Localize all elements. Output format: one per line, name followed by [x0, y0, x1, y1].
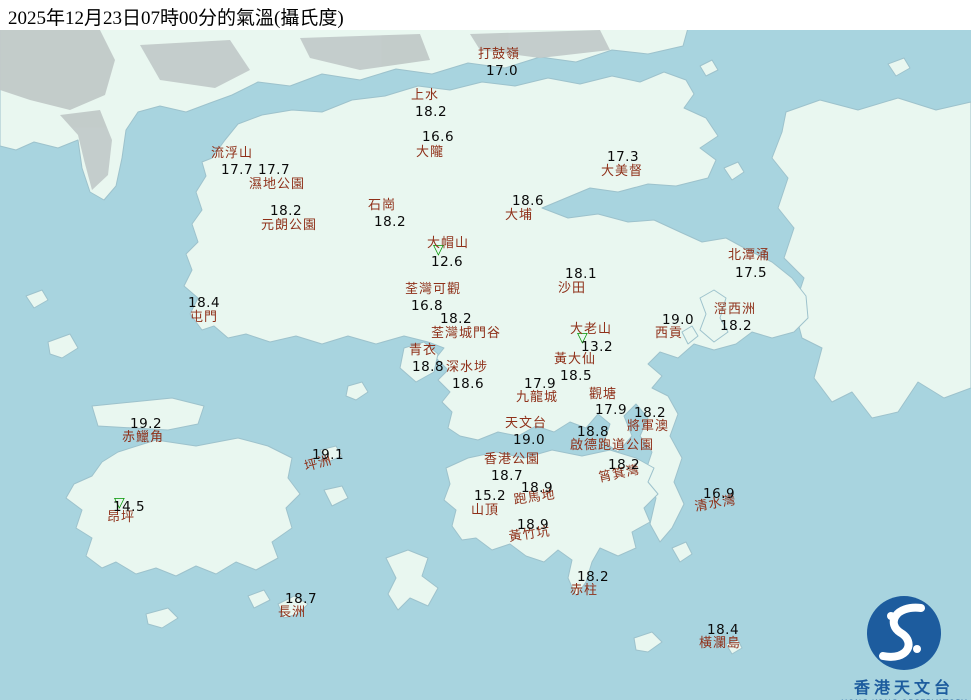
hko-logo: 香港天文台 HONG KONG OBSERVATORY: [838, 594, 970, 700]
hko-logo-chinese: 香港天文台: [853, 678, 954, 697]
hko-logo-icon: [867, 596, 941, 670]
title-bar: 2025年12月23日07時00分的氣溫(攝氏度): [0, 0, 971, 30]
map-title: 2025年12月23日07時00分的氣溫(攝氏度): [8, 8, 344, 29]
temperature-map-screen: 2025年12月23日07時00分的氣溫(攝氏度) 打鼓嶺 17.0 上水 18.2 大…: [0, 0, 971, 700]
hong-kong-map: [0, 27, 971, 700]
